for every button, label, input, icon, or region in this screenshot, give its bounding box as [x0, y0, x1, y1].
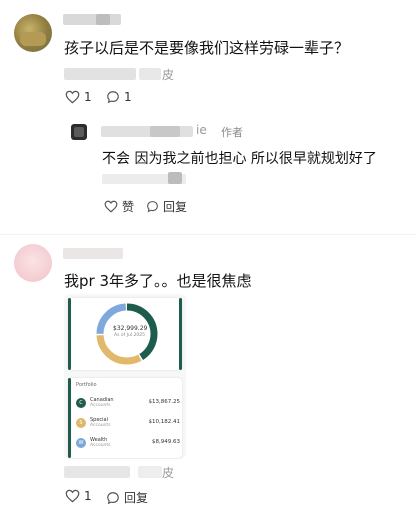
account-row: C Canadian Accounts $13,867.25 [76, 396, 180, 412]
reply-text: 不会 因为我之前也担心 所以很早就规划好了 [102, 151, 377, 167]
username-redacted-mark [96, 14, 110, 25]
account-value: $8,949.63 [152, 439, 180, 445]
author-tag: 作者 [221, 126, 243, 139]
account-sub: Accounts [90, 423, 111, 428]
like-count: 1 [84, 90, 92, 104]
heart-icon [65, 90, 80, 104]
reply-reply-label: 回复 [163, 200, 188, 214]
comment-text: 我pr 3年多了。。也是很焦虑 [64, 272, 252, 290]
account-value: $10,182.41 [148, 419, 181, 425]
donut-card: $32,999.29 As of Jul 2025 [68, 298, 182, 370]
comment-text: 孩子以后是不是要像我们这样劳碌一辈子？ [64, 39, 350, 57]
card-accent-right [179, 298, 182, 370]
account-badge: W [76, 438, 86, 448]
reply-username-redacted-2 [150, 126, 180, 137]
donut-total: $32,999.29 [113, 325, 148, 332]
account-badge: S [76, 418, 86, 428]
accounts-header: Portfolio [76, 382, 97, 388]
comment-bubble-icon [146, 200, 159, 213]
reply-like-label: 赞 [122, 200, 135, 214]
comment-meta-suffix: 皮 [162, 466, 175, 480]
like-button[interactable]: 1 [65, 489, 92, 503]
comment-meta-suffix: 皮 [162, 68, 175, 82]
avatar[interactable] [14, 244, 52, 282]
heart-icon [104, 200, 118, 213]
comment-meta-redacted [64, 466, 130, 478]
reply-label: 回复 [124, 491, 149, 505]
account-sub: Accounts [90, 403, 111, 408]
attached-image[interactable]: $32,999.29 As of Jul 2025 Portfolio C Can… [64, 294, 186, 459]
reply-meta-redacted-2 [168, 172, 182, 184]
reply-button[interactable]: 回复 [106, 489, 148, 506]
accounts-card: Portfolio C Canadian Accounts $13,867.25 S Sp… [68, 378, 182, 458]
account-row: S Special Accounts $10,182.41 [76, 416, 180, 432]
comment-bubble-icon [106, 90, 120, 104]
donut-subtitle: As of Jul 2025 [114, 333, 145, 338]
card-accent-left [68, 298, 71, 370]
account-value: $13,867.25 [148, 399, 181, 405]
username-redacted[interactable] [63, 14, 121, 25]
avatar[interactable] [71, 124, 87, 140]
heart-icon [65, 489, 80, 503]
divider [0, 234, 416, 235]
account-badge: C [76, 398, 86, 408]
avatar[interactable] [14, 14, 52, 52]
reply-reply-button[interactable]: 回复 [146, 198, 187, 215]
comment-meta-redacted-2 [138, 466, 162, 478]
reply-username-suffix: ie [196, 123, 207, 137]
comment-bubble-icon [106, 491, 120, 505]
comment-meta-redacted-2 [139, 68, 161, 80]
username-redacted[interactable] [63, 248, 123, 259]
reply-button[interactable]: 1 [106, 90, 132, 104]
account-sub: Accounts [90, 443, 111, 448]
account-row: W Wealth Accounts $8,949.63 [76, 436, 180, 452]
card-accent-left [68, 378, 71, 458]
like-count: 1 [84, 489, 92, 503]
like-button[interactable]: 1 [65, 90, 92, 104]
reply-like-button[interactable]: 赞 [104, 198, 134, 215]
comment-meta-redacted [64, 68, 136, 80]
reply-count: 1 [124, 90, 132, 104]
